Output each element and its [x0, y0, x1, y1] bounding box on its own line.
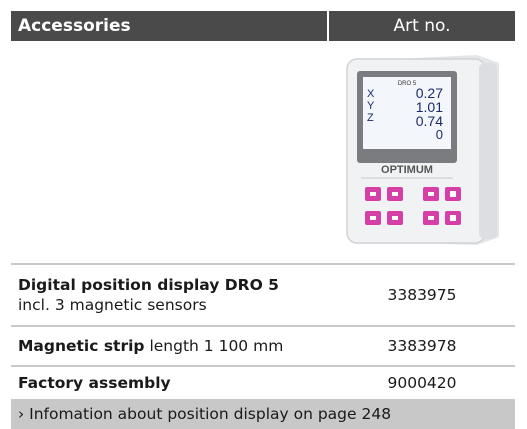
aux-value: 0: [436, 127, 443, 142]
product-name: Digital position display DRO 5: [18, 276, 279, 294]
axis-z-label: Z: [367, 112, 374, 124]
product-detail: incl. 3 magnetic sensors: [18, 296, 207, 314]
header-accessories: Accessories: [11, 11, 327, 41]
brand-logo: OPTIMUM: [381, 164, 433, 176]
accessories-table: Accessories Art no. DRO 5 X Y Z 0.27 1.0…: [11, 11, 515, 429]
table-row: Magnetic strip length 1 100 mm 3383978: [11, 325, 515, 365]
table-header: Accessories Art no.: [11, 11, 515, 41]
header-art-no: Art no.: [329, 11, 515, 41]
art-no-cell: 3383978: [387, 337, 457, 355]
product-image-row: DRO 5 X Y Z 0.27 1.01 0.74 0 OPTIMUM: [11, 41, 515, 263]
art-no-cell: 3383975: [387, 286, 457, 304]
screen-title: DRO 5: [398, 81, 417, 87]
table-row: Digital position display DRO 5 incl. 3 m…: [11, 263, 515, 325]
art-no-cell: 9000420: [387, 374, 457, 392]
info-note[interactable]: › Infomation about position display on p…: [11, 399, 515, 429]
position-display-image: DRO 5 X Y Z 0.27 1.01 0.74 0 OPTIMUM: [346, 55, 499, 245]
product-name: Factory assembly: [18, 374, 171, 392]
table-row: Factory assembly 9000420: [11, 365, 515, 399]
product-detail: length 1 100 mm: [144, 337, 284, 355]
product-name: Magnetic strip: [18, 337, 145, 355]
axis-x-label: X: [367, 88, 375, 100]
axis-y-label: Y: [367, 100, 375, 112]
